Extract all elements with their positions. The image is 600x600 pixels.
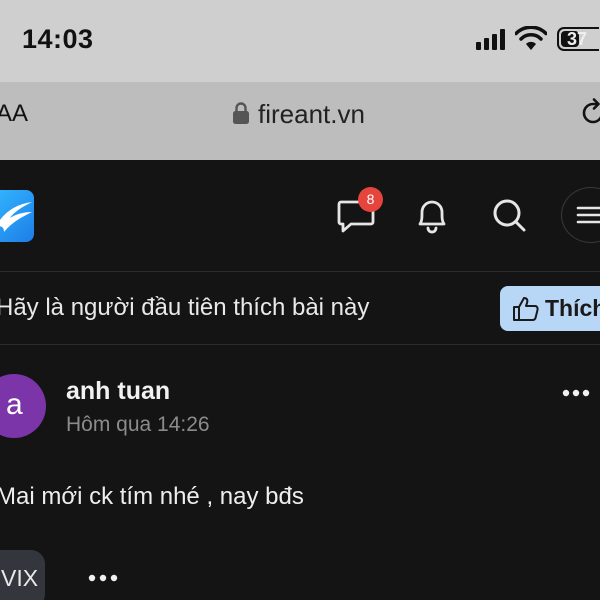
browser-url-bar[interactable]: AA fireant.vn [0,82,600,144]
divider [0,344,600,345]
like-prompt-text: Hãy là người đầu tiên thích bài này [0,294,370,321]
text-size-button[interactable]: AA [0,100,28,128]
status-bar: 14:03 37 [0,0,600,82]
messages-badge: 8 [358,187,383,212]
stock-tag-chip[interactable]: VIX [0,550,45,600]
battery-icon: 37 [557,27,599,51]
post-actions-more-icon[interactable] [88,573,120,583]
url-text[interactable]: fireant.vn [258,99,365,130]
more-options-icon[interactable] [562,388,590,398]
wifi-icon [515,26,547,50]
lock-icon [233,102,249,124]
avatar-letter: a [6,388,23,421]
menu-icon [576,206,600,224]
post-content: Mai mới ck tím nhé , nay bđs [0,483,304,510]
status-time: 14:03 [22,24,94,54]
reload-icon[interactable] [578,98,600,128]
bell-icon[interactable] [412,195,452,235]
like-button-label: Thích [545,295,600,321]
search-icon[interactable] [489,195,529,235]
thumbs-up-icon [513,297,539,321]
fireant-logo-icon[interactable] [0,190,34,242]
browser-chrome-strip [0,144,600,160]
stock-tag-label: VIX [1,565,39,591]
signal-icon [476,28,505,50]
like-button[interactable]: Thích [500,286,600,331]
battery-level: 37 [567,29,588,49]
post-timestamp: Hôm qua 14:26 [66,413,210,436]
avatar[interactable]: a [0,374,46,438]
post-author[interactable]: anh tuan [66,377,170,406]
